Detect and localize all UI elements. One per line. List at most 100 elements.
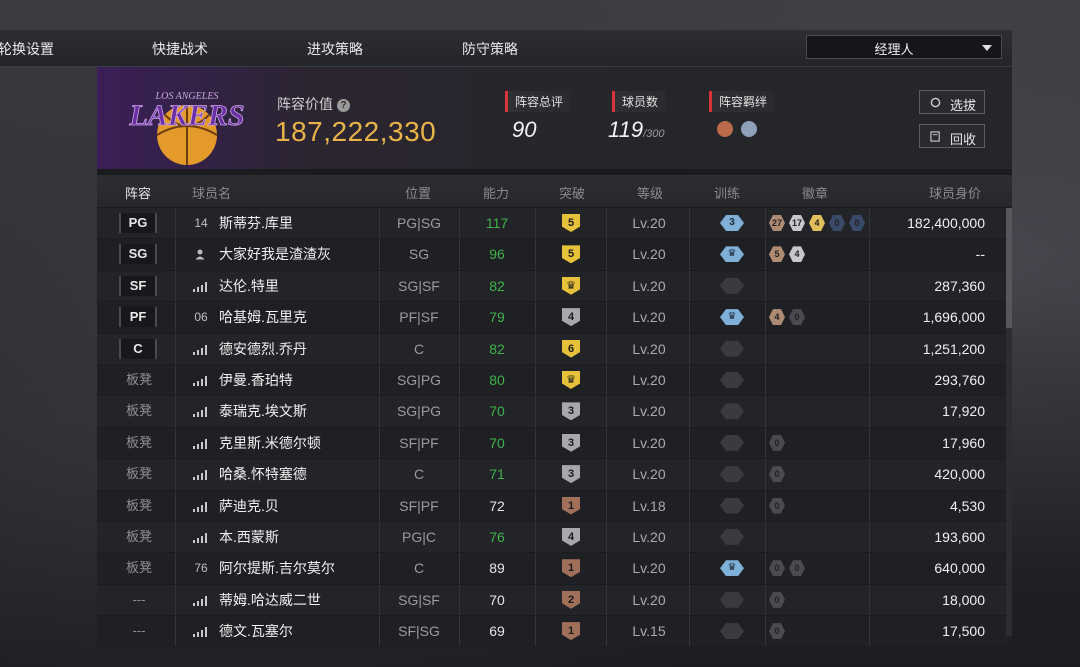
col-lineup[interactable]: 阵容 (125, 183, 151, 202)
training-cell[interactable] (697, 522, 757, 552)
player-level: Lv.20 (632, 403, 666, 420)
help-icon[interactable]: ? (337, 99, 350, 112)
training-cell[interactable] (697, 428, 757, 458)
col-breakthrough[interactable]: 突破 (559, 183, 585, 202)
lineup-slot[interactable]: PF (119, 307, 157, 328)
nav-offense-strategy[interactable]: 进攻策略 (307, 39, 363, 59)
player-ability: 69 (489, 623, 505, 640)
training-cell[interactable] (697, 334, 757, 364)
player-row[interactable]: 板凳 本.西蒙斯 PG|C 76 4 Lv.20 193,600 (97, 521, 1012, 554)
badge-list[interactable]: 0 (769, 585, 889, 615)
training-cell[interactable] (697, 616, 757, 646)
col-ability[interactable]: 能力 (483, 183, 509, 202)
badge-list[interactable]: 54 (769, 239, 889, 269)
divider (535, 302, 536, 333)
stat-bonds[interactable]: 阵容羁绊 (709, 91, 776, 137)
player-row[interactable]: SF 达伦.特里 SG|SF 82 ♛ Lv.20 287,360 (97, 270, 1012, 303)
col-training[interactable]: 训练 (714, 183, 740, 202)
player-row[interactable]: PG 14 斯蒂芬.库里 PG|SG 117 5 Lv.20 3 27 17 4 0 0 182,400,… (97, 208, 1012, 240)
manager-select[interactable]: 经理人 (806, 35, 1002, 59)
training-cell[interactable]: ♛ (697, 302, 757, 332)
scrollbar-thumb[interactable] (1006, 208, 1012, 328)
player-row[interactable]: --- 蒂姆.哈达威二世 SG|SF 70 2 Lv.20 0 18,000 (97, 584, 1012, 617)
player-row[interactable]: PF 06 哈基姆.瓦里克 PF|SF 79 4 Lv.20 ♛ 4 0 1,696,000 (97, 302, 1012, 334)
player-ability: 70 (489, 434, 505, 451)
badge-list[interactable]: 0 (769, 428, 889, 458)
badge-list[interactable] (769, 522, 889, 552)
player-name[interactable]: 斯蒂芬.库里 (219, 208, 293, 238)
training-cell[interactable]: 3 (697, 208, 757, 238)
lineup-slot[interactable]: C (119, 338, 157, 359)
badge-list[interactable] (769, 334, 889, 364)
training-cell[interactable] (697, 396, 757, 426)
player-name[interactable]: 达伦.特里 (219, 271, 279, 301)
badge-list[interactable] (769, 271, 889, 301)
player-name[interactable]: 德文.瓦塞尔 (219, 616, 293, 646)
breakthrough-badge: 1 (562, 496, 580, 515)
lineup-slot[interactable]: --- (119, 585, 159, 615)
player-name[interactable]: 德安德烈.乔丹 (219, 334, 307, 364)
nav-quick-tactics[interactable]: 快捷战术 (152, 39, 208, 59)
training-cell[interactable] (697, 491, 757, 521)
training-cell[interactable] (697, 365, 757, 395)
player-name[interactable]: 阿尔提斯.吉尔莫尔 (219, 553, 335, 583)
player-row[interactable]: 板凳 泰瑞克.埃文斯 SG|PG 70 3 Lv.20 17,920 (97, 396, 1012, 428)
divider (765, 239, 766, 270)
training-cell[interactable]: ♛ (697, 239, 757, 269)
player-name[interactable]: 本.西蒙斯 (219, 522, 279, 552)
col-price[interactable]: 球员身价 (929, 183, 981, 202)
lineup-slot[interactable]: 板凳 (119, 365, 159, 395)
col-level[interactable]: 等级 (637, 183, 663, 202)
nav-defense-strategy[interactable]: 防守策略 (462, 39, 518, 59)
lineup-slot[interactable]: SG (119, 244, 157, 265)
nav-rotation-settings[interactable]: 轮换设置 (0, 39, 54, 59)
badge-list[interactable]: 0 (769, 616, 889, 646)
badge-list[interactable]: 40 (769, 302, 889, 332)
player-row[interactable]: 板凳 76 阿尔提斯.吉尔莫尔 C 89 1 Lv.20 ♛ 0 0 640,000 (97, 553, 1012, 585)
training-cell[interactable] (697, 585, 757, 615)
divider (689, 270, 690, 302)
player-row[interactable]: 板凳 克里斯.米德尔顿 SF|PF 70 3 Lv.20 0 17,960 (97, 427, 1012, 460)
lineup-slot[interactable]: --- (119, 616, 159, 646)
badge-list[interactable]: 0 (769, 491, 889, 521)
training-empty-icon (720, 277, 744, 294)
lineup-slot[interactable]: 板凳 (119, 396, 159, 426)
recycle-button[interactable]: 回收 (919, 124, 985, 148)
training-cell[interactable] (697, 271, 757, 301)
player-row[interactable]: 板凳 伊曼.香珀特 SG|PG 80 ♛ Lv.20 293,760 (97, 364, 1012, 397)
lineup-slot[interactable]: 板凳 (119, 522, 159, 552)
stat-player-count: 球员数 119/300 (608, 91, 667, 142)
player-row[interactable]: C 德安德烈.乔丹 C 82 6 Lv.20 1,251,200 (97, 333, 1012, 365)
training-cell[interactable]: ♛ (697, 553, 757, 583)
player-name[interactable]: 萨迪克.贝 (219, 491, 279, 521)
player-row[interactable]: 板凳 哈桑.怀特塞德 C 71 3 Lv.20 0 420,000 (97, 459, 1012, 491)
col-position[interactable]: 位置 (405, 183, 431, 202)
badge-icon: 0 (769, 466, 785, 483)
player-row[interactable]: SG 大家好我是渣渣灰 SG 96 5 Lv.20 ♛ 5 4 -- (97, 239, 1012, 271)
player-name[interactable]: 哈基姆.瓦里克 (219, 302, 307, 332)
lineup-slot[interactable]: SF (119, 275, 157, 296)
player-row[interactable]: --- 德文.瓦塞尔 SF|SG 69 1 Lv.15 0 17,500 (97, 616, 1012, 648)
lineup-slot[interactable]: 板凳 (119, 553, 159, 583)
lineup-slot[interactable]: 板凳 (119, 428, 159, 458)
player-price: 18,000 (942, 591, 985, 608)
badge-list[interactable]: 0 (769, 459, 889, 489)
select-button[interactable]: 选拔 (919, 90, 985, 114)
badge-list[interactable]: 27 17 4 0 0 (769, 208, 889, 238)
player-name[interactable]: 克里斯.米德尔顿 (219, 428, 321, 458)
player-name[interactable]: 泰瑞克.埃文斯 (219, 396, 307, 426)
badge-list[interactable]: 00 (769, 553, 889, 583)
lineup-slot[interactable]: 板凳 (119, 491, 159, 521)
player-name[interactable]: 大家好我是渣渣灰 (219, 239, 331, 269)
player-name[interactable]: 哈桑.怀特塞德 (219, 459, 307, 489)
col-badges[interactable]: 徽章 (802, 183, 828, 202)
player-row[interactable]: 板凳 萨迪克.贝 SF|PF 72 1 Lv.18 0 4,530 (97, 490, 1012, 522)
lineup-slot[interactable]: 板凳 (119, 459, 159, 489)
training-cell[interactable] (697, 459, 757, 489)
col-player-name[interactable]: 球员名 (192, 183, 231, 202)
lineup-slot[interactable]: PG (119, 213, 157, 233)
badge-list[interactable] (769, 365, 889, 395)
player-name[interactable]: 蒂姆.哈达威二世 (219, 585, 321, 615)
player-name[interactable]: 伊曼.香珀特 (219, 365, 293, 395)
badge-list[interactable] (769, 396, 889, 426)
